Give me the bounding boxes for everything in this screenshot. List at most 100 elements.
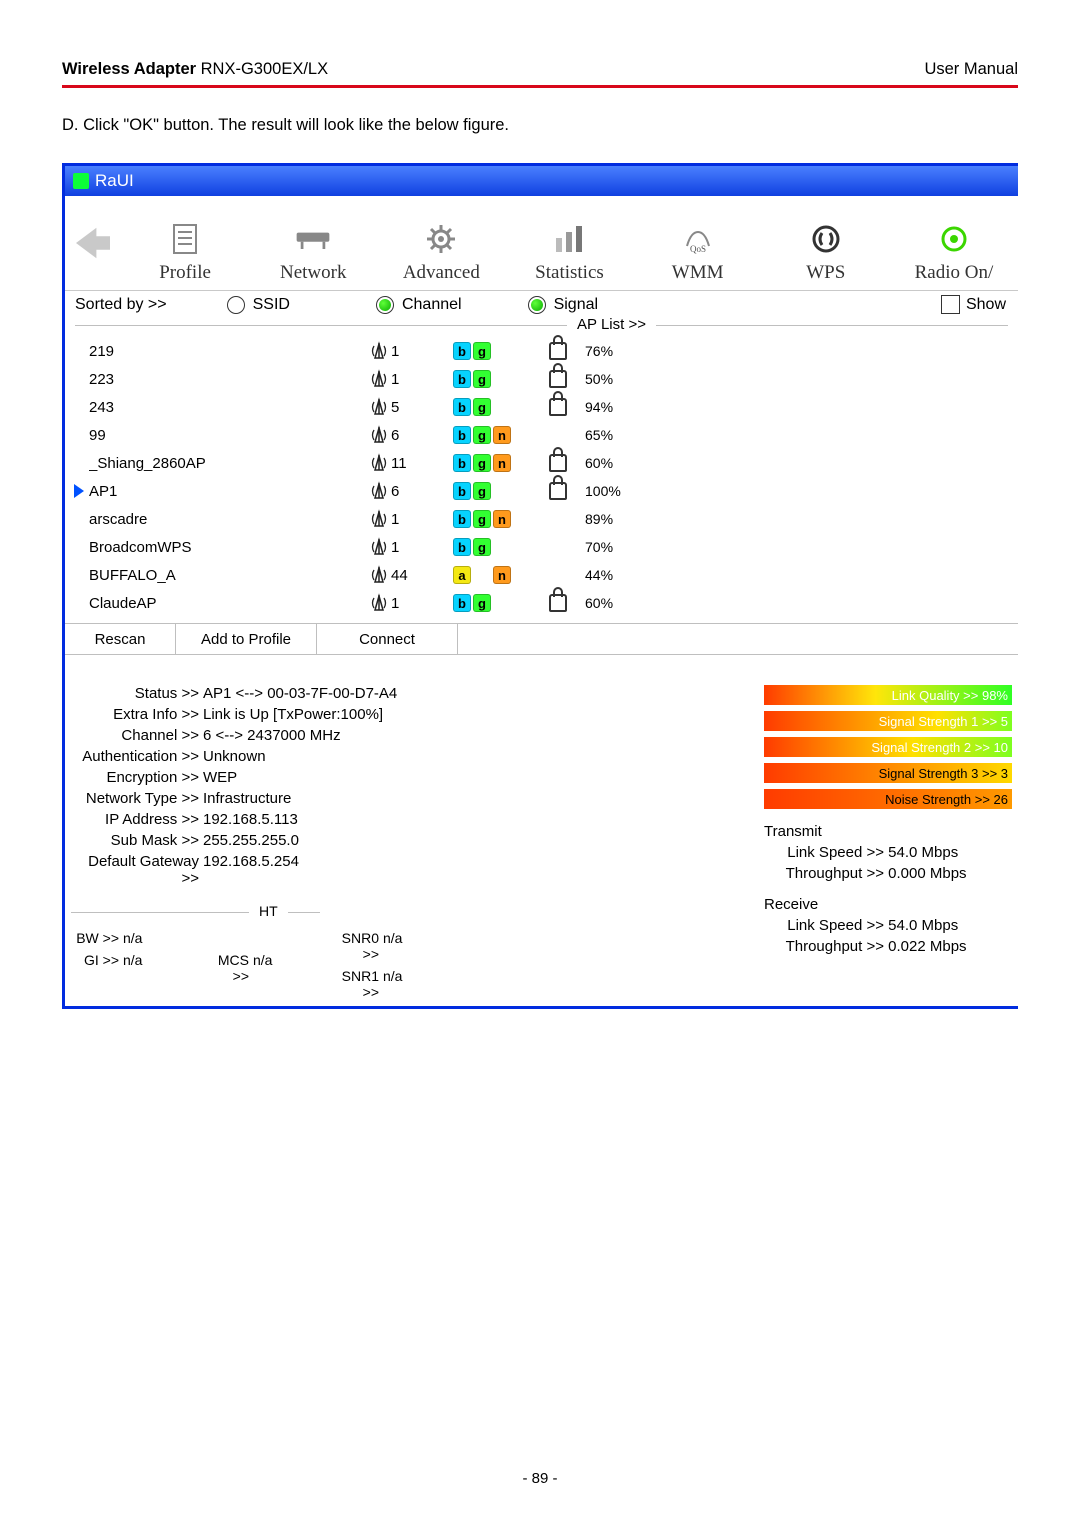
back-button[interactable] xyxy=(65,196,121,290)
lock-icon xyxy=(549,342,567,360)
ap-row[interactable]: 2435bg94% xyxy=(69,393,1018,421)
gear-icon xyxy=(421,220,461,258)
sort-signal[interactable]: Signal xyxy=(528,296,598,314)
ap-row[interactable]: ClaudeAP1bg60% xyxy=(69,589,1018,617)
header-title-bold: Wireless Adapter xyxy=(62,60,196,78)
ap-list[interactable]: 2191bg76%2231bg50%2435bg94%996bgn65%_Shi… xyxy=(65,337,1018,617)
ap-signal-bar xyxy=(641,511,1018,528)
tab-wmm[interactable]: QoSWMM xyxy=(634,196,762,290)
ap-signal-bar xyxy=(641,371,1018,388)
rescan-button[interactable]: Rescan xyxy=(65,624,176,654)
mode-n-icon: n xyxy=(493,426,511,444)
ap-percent: 60% xyxy=(585,455,641,471)
ap-percent: 70% xyxy=(585,539,641,555)
ap-channel: 44 xyxy=(369,565,453,585)
ap-row[interactable]: 2191bg76% xyxy=(69,337,1018,365)
add-profile-button[interactable]: Add to Profile xyxy=(176,624,317,654)
antenna-icon xyxy=(369,453,389,473)
tx-speed-label: Link Speed >> xyxy=(782,844,884,861)
sort-label: Sorted by >> xyxy=(75,296,167,314)
status-value: 6 <--> 2437000 MHz xyxy=(203,727,341,744)
ap-signal-bar xyxy=(641,427,1018,444)
antenna-icon xyxy=(369,537,389,557)
ap-channel: 1 xyxy=(369,341,453,361)
mcs-value: n/a xyxy=(253,952,272,984)
ap-ssid: ClaudeAP xyxy=(89,595,369,612)
ap-row[interactable]: arscadre1bgn89% xyxy=(69,505,1018,533)
sort-ssid-label: SSID xyxy=(253,296,290,314)
tab-wps[interactable]: WPS xyxy=(762,196,890,290)
ap-percent: 65% xyxy=(585,427,641,443)
status-value: AP1 <--> 00-03-7F-00-D7-A4 xyxy=(203,685,397,702)
status-row: Authentication >>Unknown xyxy=(71,748,764,765)
connect-button[interactable]: Connect xyxy=(317,624,458,654)
lock-icon xyxy=(549,370,567,388)
tab-network[interactable]: Network xyxy=(249,196,377,290)
ap-modes: bg xyxy=(453,370,549,388)
status-value: 192.168.5.254 xyxy=(203,853,299,887)
ap-percent: 60% xyxy=(585,595,641,611)
tab-radio[interactable]: Radio On/ xyxy=(890,196,1018,290)
tab-wps-label: WPS xyxy=(806,262,845,284)
mode-b-icon: b xyxy=(453,342,471,360)
titlebar: RaUI xyxy=(65,166,1018,196)
wps-icon xyxy=(806,220,846,258)
antenna-icon xyxy=(369,593,389,613)
receive-title: Receive xyxy=(764,896,1012,913)
status-row: Channel >>6 <--> 2437000 MHz xyxy=(71,727,764,744)
tab-statistics[interactable]: Statistics xyxy=(505,196,633,290)
ap-row[interactable]: AP16bg100% xyxy=(69,477,1018,505)
show-toggle[interactable]: Show xyxy=(941,295,1006,314)
ap-row[interactable]: BroadcomWPS1bg70% xyxy=(69,533,1018,561)
ap-row[interactable]: 996bgn65% xyxy=(69,421,1018,449)
ap-signal-bar xyxy=(641,539,1018,556)
ap-ssid: 219 xyxy=(89,343,369,360)
status-key: Extra Info >> xyxy=(71,706,203,723)
ap-channel: 1 xyxy=(369,537,453,557)
snr0-label: SNR0 >> xyxy=(331,930,383,962)
mode-g-icon: g xyxy=(473,398,491,416)
sort-signal-label: Signal xyxy=(554,296,598,314)
ap-row[interactable]: BUFFALO_A44an44% xyxy=(69,561,1018,589)
ap-signal-bar xyxy=(641,343,1018,360)
status-row: Encryption >>WEP xyxy=(71,769,764,786)
ap-channel: 5 xyxy=(369,397,453,417)
ap-modes: bg xyxy=(453,342,549,360)
ap-ssid: arscadre xyxy=(89,511,369,528)
status-value: Link is Up [TxPower:100%] xyxy=(203,706,383,723)
mode-n-icon: n xyxy=(493,454,511,472)
app-title: RaUI xyxy=(95,171,134,191)
ap-row[interactable]: 2231bg50% xyxy=(69,365,1018,393)
status-panel: Status >>AP1 <--> 00-03-7F-00-D7-A4Extra… xyxy=(65,655,1018,1006)
tab-advanced[interactable]: Advanced xyxy=(377,196,505,290)
chart-icon xyxy=(549,220,589,258)
status-row: Default Gateway >>192.168.5.254 xyxy=(71,853,764,887)
tab-network-label: Network xyxy=(280,262,346,284)
tab-statistics-label: Statistics xyxy=(535,262,604,284)
ap-modes: bgn xyxy=(453,510,549,528)
ap-channel: 6 xyxy=(369,425,453,445)
antenna-icon xyxy=(369,369,389,389)
antenna-icon xyxy=(369,425,389,445)
sort-ssid[interactable]: SSID xyxy=(227,296,290,314)
status-row: Network Type >>Infrastructure xyxy=(71,790,764,807)
mode-g-icon: g xyxy=(473,370,491,388)
snr1-value: n/a xyxy=(383,968,402,1000)
radio-on-icon xyxy=(934,220,974,258)
ht-legend-label: HT xyxy=(249,903,288,919)
ap-list-label: AP List >> xyxy=(567,316,656,333)
antenna-icon xyxy=(369,481,389,501)
mode-g-icon: g xyxy=(473,342,491,360)
ap-channel: 1 xyxy=(369,509,453,529)
signal-strength-3-bar: Signal Strength 3 >> 3 xyxy=(764,763,1012,783)
mcs-label: MCS >> xyxy=(201,952,253,984)
svg-text:QoS: QoS xyxy=(690,244,706,254)
noise-strength-bar: Noise Strength >> 26 xyxy=(764,789,1012,809)
tab-profile[interactable]: Profile xyxy=(121,196,249,290)
ht-grid: BW >>n/a GI >>n/a MCS >>n/a SNR0 >>n/a S… xyxy=(71,930,764,1006)
ap-row[interactable]: _Shiang_2860AP11bgn60% xyxy=(69,449,1018,477)
status-value: 192.168.5.113 xyxy=(203,811,298,828)
sort-channel[interactable]: Channel xyxy=(376,296,462,314)
sort-channel-label: Channel xyxy=(402,296,462,314)
status-row: IP Address >>192.168.5.113 xyxy=(71,811,764,828)
